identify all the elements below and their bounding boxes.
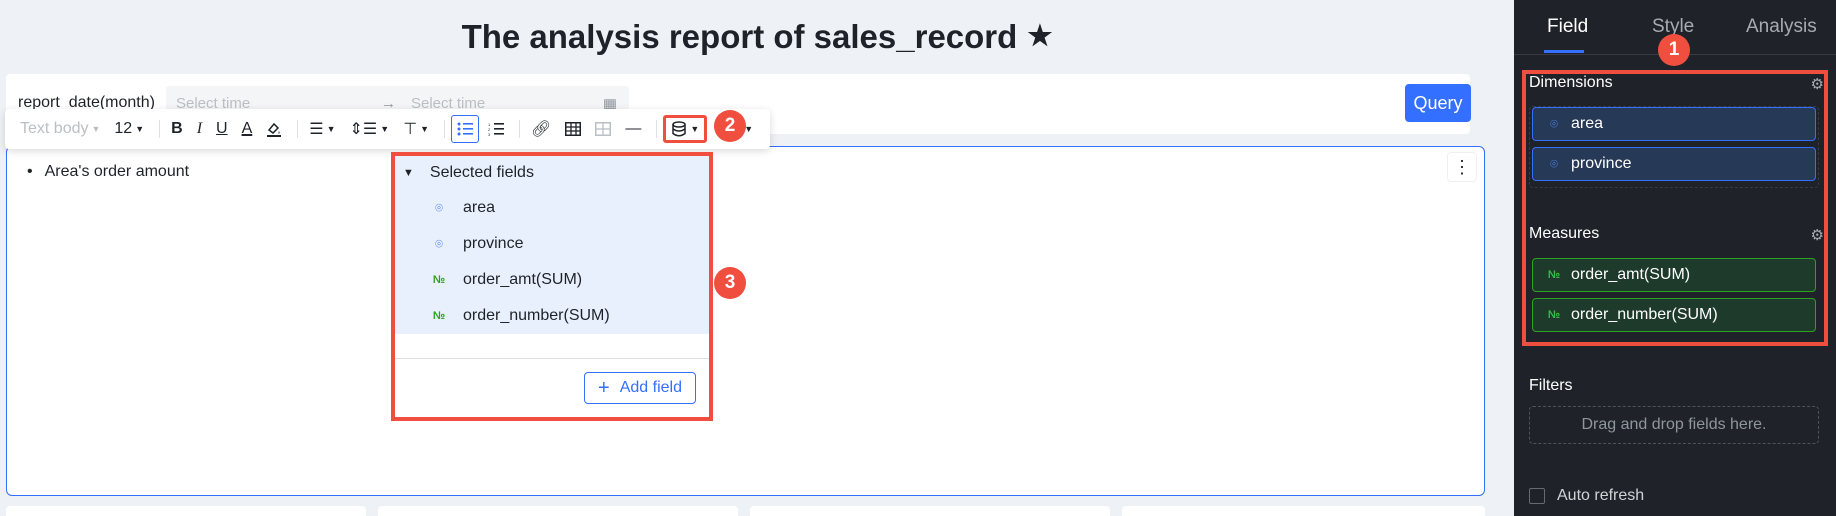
location-pin-icon: ⌾ (435, 236, 443, 251)
font-size-select[interactable]: 12 ▼ (109, 115, 149, 143)
field-panel: Field Style Analysis 1 Dimensions ⚙ ⌾ are… (1514, 0, 1836, 516)
more-options-icon[interactable]: ⋮ (1448, 153, 1476, 181)
field-label: order_number(SUM) (463, 307, 610, 324)
dimension-chip-province[interactable]: ⌾ province (1532, 147, 1816, 181)
toolbar-divider (519, 120, 521, 138)
field-item-area[interactable]: ⌾ area (395, 190, 709, 226)
caret-down-icon: ▼ (403, 167, 414, 179)
measure-chip-order-amt[interactable]: № order_amt(SUM) (1532, 258, 1816, 292)
font-size-label: 12 (114, 120, 133, 137)
bold-button[interactable]: B (166, 115, 188, 143)
chevron-down-icon: ▼ (91, 124, 101, 134)
location-pin-icon: ⌾ (435, 200, 443, 215)
svg-text:3: 3 (488, 132, 491, 136)
dimension-chip-area[interactable]: ⌾ area (1532, 107, 1816, 141)
field-list: ⌾ area ⌾ province № order_amt(SUM) № order_n… (395, 190, 709, 334)
report-title: The analysis report of sales_record (461, 18, 1018, 55)
auto-refresh-row[interactable]: Auto refresh (1529, 487, 1644, 505)
bullet-item[interactable]: Area's order amount (27, 163, 189, 181)
link-icon[interactable]: 🔗︎ (526, 115, 556, 143)
auto-refresh-label: Auto refresh (1557, 487, 1645, 504)
align-icon[interactable]: ☰ ▼ (304, 115, 340, 143)
filters-dropzone[interactable]: Drag and drop fields here. (1529, 406, 1819, 444)
toolbar-divider (656, 120, 658, 138)
merge-cells-icon (590, 115, 616, 143)
gear-icon[interactable]: ⚙ (1811, 226, 1824, 244)
numbered-list-icon[interactable]: 123 (483, 115, 509, 143)
field-item-order-number[interactable]: № order_number(SUM) (395, 298, 709, 334)
field-label: order_amt(SUM) (463, 271, 583, 288)
plus-icon: + (598, 376, 610, 399)
number-icon: № (1547, 309, 1561, 321)
chip-label: order_amt(SUM) (1571, 266, 1691, 283)
paragraph-style-select[interactable]: Text body ▼ (15, 115, 105, 143)
dimensions-title: Dimensions (1529, 74, 1613, 91)
chip-label: area (1571, 115, 1604, 132)
highlight-icon[interactable] (261, 115, 287, 143)
measure-chip-order-number[interactable]: № order_number(SUM) (1532, 298, 1816, 332)
star-icon[interactable]: ★ (1027, 20, 1052, 51)
number-icon: № (432, 274, 446, 286)
tile (6, 506, 366, 516)
paragraph-style-label: Text body (20, 120, 89, 137)
location-pin-icon: ⌾ (1550, 156, 1558, 171)
tab-analysis[interactable]: Analysis (1746, 16, 1817, 38)
horizontal-rule-icon[interactable]: — (620, 115, 646, 143)
add-field-button[interactable]: + Add field (584, 372, 696, 404)
chip-label: order_number(SUM) (1571, 306, 1718, 323)
underline-button[interactable]: U (211, 115, 233, 143)
number-icon: № (432, 310, 446, 322)
insert-field-button[interactable]: ▼ (663, 115, 708, 143)
chip-label: province (1571, 155, 1632, 172)
step-badge-1: 1 (1658, 34, 1690, 66)
field-label: area (463, 199, 496, 216)
step-badge-3: 3 (714, 267, 746, 299)
dropdown-divider (395, 358, 709, 359)
toolbar-divider (444, 120, 446, 138)
tile (1122, 506, 1485, 516)
field-label: province (463, 235, 524, 252)
query-button[interactable]: Query (1405, 84, 1471, 122)
field-item-province[interactable]: ⌾ province (395, 226, 709, 262)
field-dropdown: ▼ Selected fields ⌾ area ⌾ province № order… (391, 152, 713, 421)
page-title: The analysis report of sales_record ★ (0, 18, 1514, 56)
selected-fields-label: Selected fields (429, 164, 534, 181)
chevron-down-icon: ▼ (135, 124, 145, 134)
toolbar-divider (297, 120, 299, 138)
rich-text-editor[interactable]: Area's order amount ⋮ (6, 146, 1485, 496)
chevron-down-icon: ▼ (380, 124, 390, 134)
add-field-label: Add field (619, 379, 682, 396)
auto-refresh-checkbox[interactable] (1529, 488, 1545, 504)
step-badge-2: 2 (714, 110, 746, 142)
tile (378, 506, 738, 516)
report-canvas: The analysis report of sales_record ★ rep… (0, 0, 1514, 516)
gear-icon[interactable]: ⚙ (1811, 75, 1824, 93)
table-icon[interactable] (560, 115, 586, 143)
tab-field[interactable]: Field (1547, 16, 1588, 38)
field-item-order-amt[interactable]: № order_amt(SUM) (395, 262, 709, 298)
format-toolbar: Text body ▼ 12 ▼ B I U A ☰ ▼ ⇕☰ ▼ ⊤ ▼ 123 🔗︎ … (5, 109, 770, 149)
chevron-down-icon: ▼ (420, 124, 430, 134)
filters-title: Filters (1529, 377, 1573, 394)
bullet-list-icon[interactable] (451, 115, 480, 143)
number-icon: № (1547, 269, 1561, 281)
measures-title: Measures (1529, 225, 1600, 242)
line-height-icon[interactable]: ⇕☰ ▼ (345, 115, 395, 143)
chevron-down-icon: ▼ (690, 124, 700, 134)
chevron-down-icon: ▼ (326, 124, 336, 134)
active-tab-indicator (1544, 50, 1584, 53)
database-icon (672, 121, 687, 137)
italic-button[interactable]: I (192, 115, 207, 143)
bottom-tiles (6, 506, 1485, 516)
font-color-button[interactable]: A (237, 115, 258, 143)
vertical-align-icon[interactable]: ⊤ ▼ (398, 115, 434, 143)
tile (750, 506, 1110, 516)
toolbar-divider (159, 120, 161, 138)
selected-fields-header[interactable]: ▼ Selected fields (395, 156, 709, 190)
location-pin-icon: ⌾ (1550, 116, 1558, 131)
